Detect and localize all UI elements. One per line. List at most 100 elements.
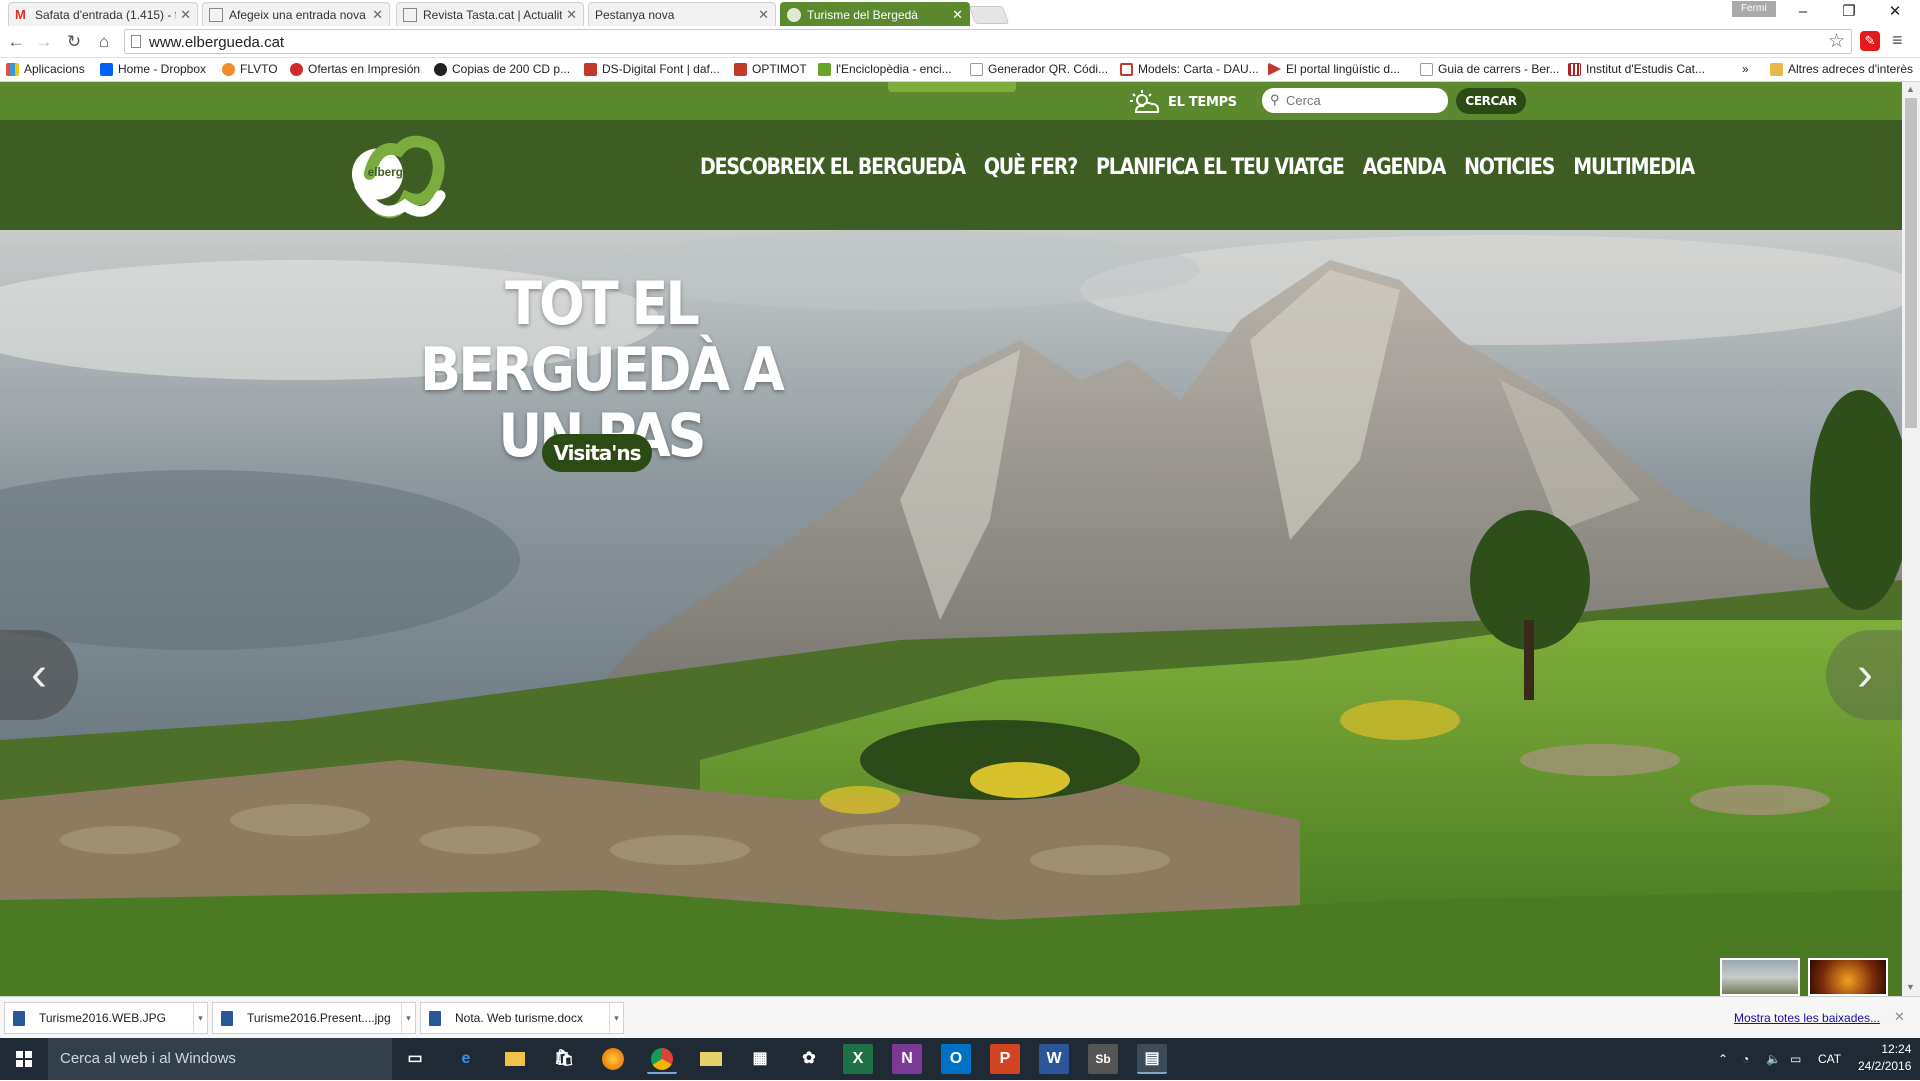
profile-button[interactable]: Fermí [1732, 1, 1776, 17]
slide-thumbnail[interactable] [1808, 958, 1888, 996]
visit-button[interactable]: Visita'ns [542, 434, 652, 472]
page-scrollbar[interactable]: ▲ ▼ [1902, 82, 1920, 996]
forward-icon[interactable]: → [32, 30, 56, 54]
tab-close-icon[interactable]: ✕ [566, 7, 577, 23]
nav-que-fer[interactable]: QUÈ FER? [984, 154, 1078, 179]
folder-icon[interactable] [696, 1044, 726, 1074]
firefox-icon[interactable] [598, 1044, 628, 1074]
bookmark-optimot[interactable]: OPTIMOT [734, 62, 807, 76]
bookmarks-bar: Aplicacions Home - Dropbox FLVTO Ofertas… [0, 58, 1920, 82]
download-item[interactable]: Turisme2016.WEB.JPG ▾ [4, 1002, 208, 1034]
menu-icon[interactable]: ≡ [1892, 30, 1903, 51]
restore-icon[interactable]: ❐ [1826, 0, 1872, 24]
back-icon[interactable]: ← [4, 30, 28, 54]
other-bookmarks[interactable]: Altres adreces d'interès [1770, 62, 1913, 76]
bookmark-apps[interactable]: Aplicacions [6, 62, 85, 76]
url-text[interactable]: www.elbergueda.cat [149, 34, 284, 51]
task-view-icon[interactable]: ▭ [400, 1044, 430, 1074]
page-info-icon[interactable] [131, 35, 141, 48]
minimize-icon[interactable]: – [1780, 0, 1826, 24]
bookmark-qr[interactable]: Generador QR. Códi... [970, 62, 1108, 76]
chevron-down-icon[interactable]: ▾ [609, 1003, 623, 1033]
nav-descobreix[interactable]: DESCOBREIX EL BERGUEDÀ [700, 154, 966, 179]
weather-link[interactable]: EL TEMPS [1130, 90, 1237, 114]
calculator-icon[interactable]: ▦ [745, 1044, 775, 1074]
bookmarks-overflow-button[interactable]: » [1742, 62, 1749, 76]
onenote-icon[interactable]: N [892, 1044, 922, 1074]
close-window-icon[interactable]: ✕ [1872, 0, 1918, 24]
reload-icon[interactable]: ↻ [62, 30, 86, 54]
folder-icon [1770, 62, 1783, 76]
slide-thumbnail[interactable] [1720, 958, 1800, 996]
tab-new[interactable]: Pestanya nova ✕ [588, 2, 776, 26]
bookmark-guia[interactable]: Guia de carrers - Ber... [1420, 62, 1559, 76]
bookmark-dropbox[interactable]: Home - Dropbox [100, 62, 206, 76]
address-bar[interactable]: www.elbergueda.cat ☆ [124, 29, 1852, 54]
elbergueda-logo[interactable]: elbergueda [350, 124, 448, 224]
language-indicator[interactable]: CAT [1818, 1038, 1841, 1080]
store-icon[interactable]: 🛍 [549, 1044, 579, 1074]
nav-noticies[interactable]: NOTICIES [1464, 154, 1555, 179]
notification-icon[interactable]: ▭ [1790, 1038, 1801, 1080]
excel-icon[interactable]: X [843, 1044, 873, 1074]
bookmark-ofertas[interactable]: Ofertas en Impresión [290, 62, 420, 76]
tab-bergueda[interactable]: Turisme del Bergedà ✕ [780, 2, 970, 26]
volume-icon[interactable]: 🔈 [1766, 1038, 1781, 1080]
logo-text: elbergueda [368, 166, 431, 179]
tray-chevron-icon[interactable]: ⌃ [1718, 1038, 1728, 1080]
clock[interactable]: 12:24 24/2/2016 [1858, 1041, 1911, 1075]
tab-close-icon[interactable]: ✕ [758, 7, 769, 23]
bookmark-star-icon[interactable]: ☆ [1828, 30, 1845, 53]
bookmark-enciclopedia[interactable]: l'Enciclopèdia - enci... [818, 62, 952, 76]
download-item[interactable]: Turisme2016.Present....jpg ▾ [212, 1002, 416, 1034]
nav-planifica[interactable]: PLANIFICA EL TEU VIATGE [1096, 154, 1345, 179]
windows-start-icon[interactable] [0, 1038, 48, 1080]
tab-tasta[interactable]: Revista Tasta.cat | Actualit ✕ [396, 2, 584, 26]
tab-gmail[interactable]: M Safata d'entrada (1.415) - f ✕ [8, 2, 198, 26]
chevron-down-icon[interactable]: ▾ [401, 1003, 415, 1033]
bookmark-flvto[interactable]: FLVTO [222, 62, 278, 76]
utility-tab[interactable] [888, 82, 1016, 92]
bookmark-portal[interactable]: El portal lingüístic d... [1268, 62, 1400, 76]
tab-title: Safata d'entrada (1.415) - f [35, 7, 177, 22]
tab-afegeix[interactable]: Afegeix una entrada nova ✕ [202, 2, 390, 26]
new-tab-button[interactable] [968, 6, 1010, 24]
app-icon[interactable]: ▤ [1137, 1044, 1167, 1074]
bookmark-iec[interactable]: Institut d'Estudis Cat... [1568, 62, 1705, 76]
close-shelf-icon[interactable]: ✕ [1894, 1009, 1905, 1025]
tab-close-icon[interactable]: ✕ [180, 7, 191, 23]
search-input[interactable] [1286, 91, 1436, 110]
bookmark-dau[interactable]: Models: Carta - DAU... [1120, 62, 1259, 76]
home-icon[interactable]: ⌂ [92, 30, 116, 54]
scroll-down-icon[interactable]: ▼ [1906, 982, 1915, 992]
chevron-down-icon[interactable]: ▾ [193, 1003, 207, 1033]
outlook-icon[interactable]: O [941, 1044, 971, 1074]
website: EL TEMPS ⚲ CERCAR elbergueda DESCOBREIX … [0, 82, 1902, 996]
bookmark-copias[interactable]: Copias de 200 CD p... [434, 62, 570, 76]
file-explorer-icon[interactable] [500, 1044, 530, 1074]
site-search[interactable]: ⚲ [1262, 88, 1448, 113]
nav-multimedia[interactable]: MULTIMEDIA [1573, 154, 1695, 179]
sb-app-icon[interactable]: Sb [1088, 1044, 1118, 1074]
bergueda-favicon-icon [787, 7, 801, 22]
extension-icon[interactable]: ✎ [1860, 31, 1880, 51]
download-item[interactable]: Nota. Web turisme.docx ▾ [420, 1002, 624, 1034]
powerpoint-icon[interactable]: P [990, 1044, 1020, 1074]
edge-icon[interactable]: e [451, 1044, 481, 1074]
nav-agenda[interactable]: AGENDA [1363, 154, 1447, 179]
paint-icon[interactable]: ✿ [794, 1044, 824, 1074]
scrollbar-thumb[interactable] [1905, 98, 1917, 428]
windows-taskbar: Cerca al web i al Windows ▭ e 🛍 ▦ ✿ X N … [0, 1038, 1920, 1080]
tab-close-icon[interactable]: ✕ [952, 7, 963, 23]
show-all-downloads-link[interactable]: Mostra totes les baixades... [1734, 1011, 1880, 1025]
bookmark-dsdigital[interactable]: DS-Digital Font | daf... [584, 62, 720, 76]
word-file-icon [429, 1010, 441, 1026]
chrome-icon[interactable] [647, 1044, 677, 1074]
tab-close-icon[interactable]: ✕ [372, 7, 383, 23]
network-icon[interactable]: ◔ [1742, 1038, 1749, 1080]
taskbar-search[interactable]: Cerca al web i al Windows [48, 1038, 392, 1080]
word-icon[interactable]: W [1039, 1044, 1069, 1074]
site-header: elbergueda DESCOBREIX EL BERGUEDÀ QUÈ FE… [0, 120, 1902, 230]
search-button[interactable]: CERCAR [1456, 88, 1526, 114]
scroll-up-icon[interactable]: ▲ [1906, 84, 1915, 94]
